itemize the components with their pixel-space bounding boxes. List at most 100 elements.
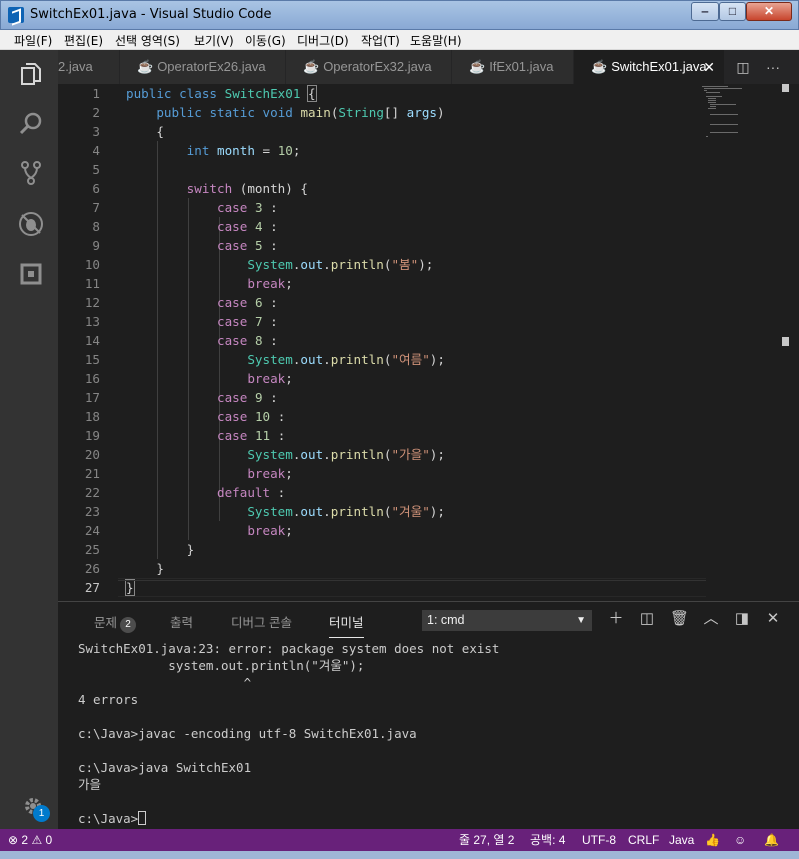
code-line: 11 break;: [84, 276, 293, 291]
terminal-select-value: 1: cmd: [427, 613, 465, 627]
cursor-position[interactable]: 줄 27, 열 2: [459, 829, 514, 851]
code-line: 14 case 8 :: [84, 333, 278, 348]
indentation-status[interactable]: 공백: 4: [530, 829, 565, 851]
tab-close-icon[interactable]: ✕: [703, 50, 715, 84]
code-line: 3 {: [92, 124, 164, 139]
explorer-icon[interactable]: [17, 60, 45, 88]
close-panel-icon[interactable]: ✕: [764, 610, 782, 628]
menu-view[interactable]: 보기(V): [194, 30, 234, 49]
terminal-select[interactable]: 1: cmd ▼: [422, 610, 592, 631]
terminal-prompt: c:\Java>: [78, 811, 139, 826]
code-line: 2 public static void main(String[] args): [92, 105, 445, 120]
menu-selection[interactable]: 선택 영역(S): [115, 30, 180, 49]
code-line: 16 break;: [84, 371, 293, 386]
code-line: 21 break;: [84, 466, 293, 481]
problems-count-badge: 2: [120, 617, 137, 633]
terminal-prompt-line: c:\Java>: [78, 810, 147, 827]
code-line: 13 case 7 :: [84, 314, 278, 329]
code-line: 9 case 5 :: [92, 238, 278, 253]
debug-icon[interactable]: [17, 210, 45, 238]
terminal-line: c:\Java>java SwitchEx01: [78, 760, 252, 775]
activity-bar: [0, 50, 58, 829]
new-terminal-icon[interactable]: ＋: [607, 610, 625, 628]
menu-debug[interactable]: 디버그(D): [297, 30, 349, 49]
code-line: 7 case 3 :: [92, 200, 278, 215]
split-terminal-icon[interactable]: ◫: [638, 610, 656, 628]
window-bottom-frame: [0, 851, 799, 859]
code-line: 6 switch (month) {: [92, 181, 308, 196]
code-line: 20 System.out.println("가을");: [84, 447, 445, 462]
horizontal-rule: [118, 580, 706, 581]
notifications-bell-icon[interactable]: 🔔: [764, 829, 779, 851]
code-line: 5: [92, 162, 100, 177]
java-file-icon: ☕: [469, 59, 486, 74]
thumbs-up-icon[interactable]: 👍: [705, 829, 720, 851]
code-editor[interactable]: 1 public class SwitchEx01 { 2 public stat…: [58, 84, 799, 601]
search-icon[interactable]: [17, 110, 45, 138]
tab-terminal[interactable]: 터미널: [329, 612, 364, 638]
tab-label: OperatorEx26.java: [157, 59, 266, 74]
split-editor-icon[interactable]: ◫: [735, 59, 751, 75]
terminal-line: 가을: [78, 777, 102, 792]
java-file-icon: ☕: [303, 59, 320, 74]
code-line: 22 default :: [84, 485, 286, 500]
source-control-icon[interactable]: [17, 159, 45, 187]
problems-status[interactable]: ⊗ 2 ⚠ 0: [8, 829, 52, 851]
terminal-line: 4 errors: [78, 692, 139, 707]
warning-count: 0: [45, 833, 53, 847]
vscode-logo-icon: [8, 7, 24, 23]
tab-output[interactable]: 출력: [170, 612, 193, 631]
close-window-button[interactable]: ✕: [746, 2, 792, 21]
tab-label: 2.java: [58, 59, 93, 74]
menu-tasks[interactable]: 작업(T): [361, 30, 400, 49]
terminal-cursor: [138, 811, 147, 825]
tab-operatorex26[interactable]: ☕ OperatorEx26.java: [120, 50, 286, 84]
status-bar: ⊗ 2 ⚠ 0 줄 27, 열 2 공백: 4 UTF-8 CRLF Java …: [0, 829, 799, 851]
code-line: 8 case 4 :: [92, 219, 278, 234]
tab-label: SwitchEx01.java: [611, 59, 707, 74]
window-title: SwitchEx01.java - Visual Studio Code: [30, 7, 272, 22]
terminal-line: SwitchEx01.java:23: error: package syste…: [78, 641, 500, 656]
tab-debug-console[interactable]: 디버그 콘솔: [231, 612, 292, 631]
menu-go[interactable]: 이동(G): [245, 30, 286, 49]
window-titlebar: SwitchEx01.java - Visual Studio Code ‒ □…: [0, 0, 799, 30]
tab-ifex01[interactable]: ☕ IfEx01.java: [452, 50, 574, 84]
menu-file[interactable]: 파일(F): [14, 30, 52, 49]
code-line: 24 break;: [84, 523, 293, 538]
language-mode[interactable]: Java: [669, 829, 694, 851]
tab-switchex01[interactable]: ☕ SwitchEx01.java ✕: [574, 50, 725, 84]
code-line: 19 case 11 :: [84, 428, 286, 443]
minimap[interactable]: [702, 84, 772, 144]
minimize-button[interactable]: ‒: [691, 2, 719, 21]
tab-operatorex32[interactable]: ☕ OperatorEx32.java: [286, 50, 452, 84]
terminal-line: c:\Java>javac -encoding utf-8 SwitchEx01…: [78, 726, 417, 741]
code-line: 1 public class SwitchEx01 {: [92, 85, 317, 102]
scrollbar-top-marker[interactable]: [782, 84, 789, 92]
encoding-status[interactable]: UTF-8: [582, 829, 616, 851]
code-line: 10 System.out.println("봄");: [84, 257, 434, 272]
toggle-panel-icon[interactable]: ◨: [733, 610, 751, 628]
editor-tab-bar: 2.java ☕ OperatorEx26.java ☕ OperatorEx32.…: [58, 50, 799, 84]
eol-status[interactable]: CRLF: [628, 829, 659, 851]
menu-help[interactable]: 도움말(H): [410, 30, 462, 49]
scrollbar-thumb[interactable]: [782, 337, 789, 346]
error-count: 2: [21, 833, 29, 847]
settings-update-badge: 1: [33, 805, 50, 822]
terminal-line: ^: [78, 675, 252, 690]
tab-problems[interactable]: 문제 2: [94, 612, 137, 633]
code-line: 26 }: [84, 561, 164, 576]
extensions-icon[interactable]: [17, 260, 45, 288]
trash-icon[interactable]: 🗑: [670, 610, 689, 628]
tab-label: IfEx01.java: [489, 59, 554, 74]
code-line: 25 }: [84, 542, 195, 557]
code-line: 15 System.out.println("여름");: [84, 352, 445, 367]
tab-truncated[interactable]: 2.java: [58, 50, 120, 84]
menu-edit[interactable]: 편집(E): [64, 30, 103, 49]
code-line: 4 int month = 10;: [92, 143, 301, 158]
maximize-button[interactable]: □: [719, 2, 746, 21]
warning-icon: ⚠: [31, 833, 43, 847]
more-actions-icon[interactable]: ···: [765, 59, 781, 75]
feedback-smiley-icon[interactable]: ☺: [734, 829, 746, 851]
java-file-icon: ☕: [591, 59, 608, 74]
chevron-up-icon[interactable]: ︿: [702, 610, 720, 628]
